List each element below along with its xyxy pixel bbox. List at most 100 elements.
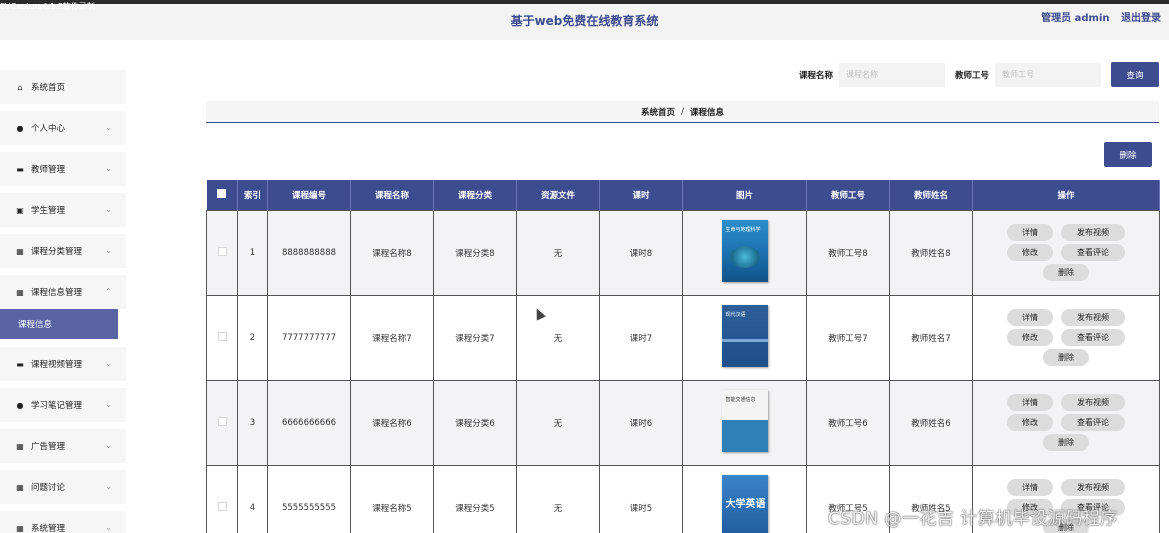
view-comments-button[interactable]: 查看评论 (1061, 414, 1125, 431)
cell-hours: 课时8 (599, 209, 683, 296)
chevron-down-icon: ⌄ (105, 441, 112, 450)
book-cover-image[interactable]: 智能交通信息 (721, 390, 768, 452)
view-comments-button[interactable]: 查看评论 (1061, 244, 1125, 261)
publish-video-button[interactable]: 发布视频 (1061, 224, 1125, 241)
cell-teacher-name: 教师姓名6 (889, 379, 973, 466)
cell-file: 无 (516, 379, 600, 466)
sidebar-menu: ⌂ 系统首页 ● 个人中心 ⌄ ▬ 教师管理 ⌄ ▣ 学生管理 ⌄ ▦ 课程分类… (0, 70, 126, 533)
cell-index: 4 (237, 464, 268, 533)
row-actions: 详情 发布视频 修改 查看评论 删除 (986, 394, 1146, 451)
column-header: 索引 (237, 180, 268, 210)
user-icon: ● (16, 123, 24, 133)
sidebar-item-label: 教师管理 (31, 165, 66, 175)
chevron-up-icon: ⌃ (105, 287, 112, 296)
submenu-course-info[interactable]: 课程信息 (0, 309, 118, 339)
detail-button[interactable]: 详情 (1007, 394, 1053, 411)
book-cover-image[interactable]: 生命与地理科学 (721, 220, 768, 282)
table-header-row: 索引 课程编号 课程名称 课程分类 资源文件 课时 图片 教师工号 教师姓名 操… (206, 180, 1160, 210)
table-row: 3 6666666666 课程名称6 课程分类6 无 课时6 智能交通信息 教师… (206, 379, 1160, 466)
cell-code: 6666666666 (267, 379, 351, 466)
sidebar-item-discussion[interactable]: ▦ 问题讨论 ⌄ (0, 470, 126, 504)
column-header: 课程名称 (350, 180, 434, 210)
bulk-delete-button[interactable]: 删除 (1104, 142, 1152, 167)
home-icon: ⌂ (17, 82, 23, 92)
sidebar-item-label: 广告管理 (31, 442, 66, 452)
cover-title: 大学英语 (725, 499, 766, 510)
detail-button[interactable]: 详情 (1007, 309, 1053, 326)
detail-button[interactable]: 详情 (1007, 224, 1053, 241)
student-icon: ▣ (16, 205, 24, 215)
row-delete-button[interactable]: 删除 (1043, 349, 1089, 366)
sidebar-item-home[interactable]: ⌂ 系统首页 (0, 70, 126, 104)
cover-graphic (729, 246, 760, 268)
row-actions: 详情 发布视频 修改 查看评论 删除 (986, 224, 1146, 281)
column-header: 资源文件 (516, 180, 600, 210)
sidebar-item-course-video[interactable]: ▬ 课程视频管理 ⌄ (0, 347, 126, 381)
row-checkbox[interactable] (217, 416, 227, 426)
breadcrumb-home[interactable]: 系统首页 (641, 106, 675, 118)
video-icon: ▬ (16, 359, 24, 369)
sidebar-item-label: 问题讨论 (31, 483, 66, 493)
query-button[interactable]: 查询 (1111, 62, 1159, 87)
book-cover-image[interactable]: 现代汉语 (721, 305, 768, 367)
publish-video-button[interactable]: 发布视频 (1061, 479, 1125, 496)
teacher-icon: ▬ (16, 164, 24, 174)
edit-button[interactable]: 修改 (1007, 244, 1053, 261)
sidebar-item-label: 课程视频管理 (31, 360, 83, 370)
edit-button[interactable]: 修改 (1007, 414, 1053, 431)
cover-graphic (721, 339, 768, 342)
sidebar-item-teachers[interactable]: ▬ 教师管理 ⌄ (0, 152, 126, 186)
table-row: 1 8888888888 课程名称8 课程分类8 无 课时8 生命与地理科学 教… (206, 209, 1160, 296)
breadcrumb-current: 课程信息 (689, 107, 724, 118)
chevron-down-icon: ⌄ (105, 164, 112, 173)
row-delete-button[interactable]: 删除 (1043, 434, 1089, 451)
sidebar-item-course-info[interactable]: ▦ 课程信息管理 ⌃ (0, 275, 126, 309)
cover-title: 生命与地理科学 (725, 227, 761, 233)
edit-button[interactable]: 修改 (1007, 329, 1053, 346)
cover-title: 现代汉语 (725, 312, 746, 318)
cell-index: 1 (237, 209, 268, 296)
teacher-id-input[interactable] (995, 62, 1101, 87)
row-checkbox[interactable] (217, 331, 227, 341)
grid-icon: ▦ (16, 287, 24, 297)
select-all-cell (206, 180, 238, 210)
grid-icon: ▦ (16, 482, 24, 492)
cell-hours: 课时6 (599, 379, 683, 466)
sidebar-item-label: 课程分类管理 (31, 247, 83, 257)
sidebar-item-label: 个人中心 (31, 124, 66, 134)
row-checkbox[interactable] (217, 246, 227, 256)
column-header: 课时 (599, 180, 683, 210)
search-bar: 课程名称 教师工号 查询 (789, 62, 1159, 87)
header-user-area: 管理员 admin 退出登录 (1033, 9, 1161, 24)
breadcrumb-separator: / (681, 106, 684, 117)
chevron-down-icon: ⌄ (105, 482, 112, 491)
sidebar-item-personal[interactable]: ● 个人中心 ⌄ (0, 111, 126, 145)
cell-code: 7777777777 (267, 294, 351, 381)
chevron-down-icon: ⌄ (105, 523, 112, 532)
detail-button[interactable]: 详情 (1007, 479, 1053, 496)
sidebar-item-students[interactable]: ▣ 学生管理 ⌄ (0, 193, 126, 227)
cell-file: 无 (516, 209, 600, 296)
publish-video-button[interactable]: 发布视频 (1061, 394, 1125, 411)
cover-title: 智能交通信息 (725, 397, 756, 403)
row-delete-button[interactable]: 删除 (1043, 264, 1089, 281)
select-all-checkbox[interactable] (217, 188, 227, 198)
view-comments-button[interactable]: 查看评论 (1061, 329, 1125, 346)
cell-teacher-name: 教师姓名7 (889, 294, 973, 381)
publish-video-button[interactable]: 发布视频 (1061, 309, 1125, 326)
chevron-down-icon: ⌄ (105, 123, 112, 132)
chevron-down-icon: ⌄ (105, 246, 112, 255)
cell-category: 课程分类8 (433, 209, 517, 296)
book-cover-image[interactable]: 大学英语 (721, 475, 768, 533)
course-name-input[interactable] (838, 62, 945, 87)
cell-hours: 课时5 (599, 464, 683, 533)
sidebar-item-ads[interactable]: ▦ 广告管理 ⌄ (0, 429, 126, 463)
sidebar-item-label: 学习笔记管理 (31, 401, 83, 411)
logout-link[interactable]: 退出登录 (1121, 13, 1161, 24)
row-checkbox[interactable] (217, 501, 227, 511)
cell-index: 3 (237, 379, 268, 466)
sidebar-item-label: 课程信息管理 (31, 288, 83, 298)
sidebar-item-notes[interactable]: ● 学习笔记管理 ⌄ (0, 388, 126, 422)
sidebar-item-course-category[interactable]: ▦ 课程分类管理 ⌄ (0, 234, 126, 268)
sidebar-item-system[interactable]: ▦ 系统管理 ⌄ (0, 511, 126, 533)
